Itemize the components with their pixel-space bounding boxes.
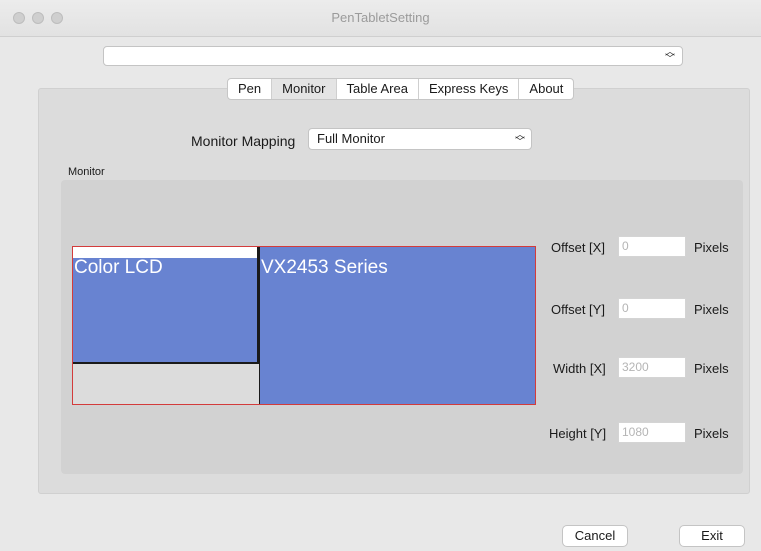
device-select[interactable]: ︿ ﹀ — [103, 46, 683, 66]
monitor-mapping-label: Monitor Mapping — [191, 133, 296, 149]
monitor-mapping-select[interactable]: Full Monitor ︿ ﹀ — [308, 128, 532, 150]
monitor-group-label: Monitor — [68, 166, 105, 178]
offset-y-unit: Pixels — [694, 302, 729, 317]
up-down-chevron-icon: ︿ ﹀ — [665, 47, 675, 65]
exit-button[interactable]: Exit — [679, 525, 745, 547]
window-title: PenTabletSetting — [331, 10, 430, 25]
monitor-vx2453[interactable]: VX2453 Series — [259, 247, 535, 404]
monitor-name: Color LCD — [74, 257, 163, 278]
monitor-mapping-value: Full Monitor — [317, 131, 385, 146]
width-x-label: Width [X] — [553, 361, 606, 376]
monitor-color-lcd[interactable]: Color LCD — [73, 247, 259, 364]
monitor-layout-canvas: Color LCD VX2453 Series — [72, 246, 536, 405]
width-x-unit: Pixels — [694, 361, 729, 376]
offset-x-label: Offset [X] — [551, 240, 605, 255]
tab-about[interactable]: About — [519, 79, 573, 99]
offset-y-input[interactable]: 0 — [618, 298, 686, 319]
tab-bar: Pen Monitor Table Area Express Keys Abou… — [227, 78, 575, 100]
tab-express-keys[interactable]: Express Keys — [419, 79, 520, 99]
tab-pen[interactable]: Pen — [228, 79, 273, 99]
up-down-chevron-icon: ︿ ﹀ — [515, 130, 525, 148]
height-y-input[interactable]: 1080 — [618, 422, 686, 443]
offset-x-input[interactable]: 0 — [618, 236, 686, 257]
monitor-name: VX2453 Series — [261, 257, 388, 278]
width-x-input[interactable]: 3200 — [618, 357, 686, 378]
offset-y-label: Offset [Y] — [551, 302, 605, 317]
height-y-label: Height [Y] — [549, 426, 607, 441]
title-bar: PenTabletSetting — [0, 0, 761, 37]
tab-table-area[interactable]: Table Area — [337, 79, 419, 99]
height-y-unit: Pixels — [694, 426, 729, 441]
offset-x-unit: Pixels — [694, 240, 729, 255]
tab-monitor[interactable]: Monitor — [272, 79, 337, 99]
cancel-button[interactable]: Cancel — [562, 525, 628, 547]
